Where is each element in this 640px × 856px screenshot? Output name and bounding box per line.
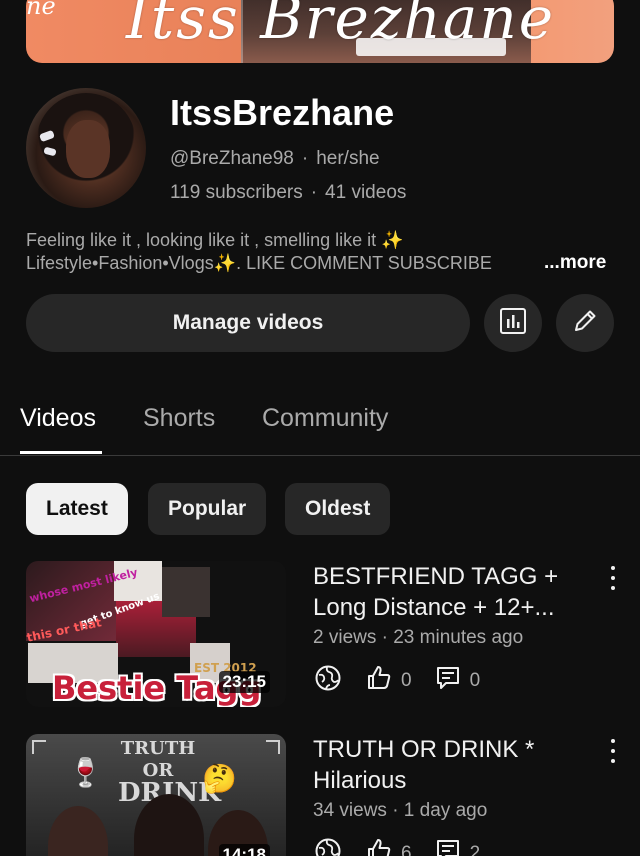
analytics-button[interactable] xyxy=(484,294,542,352)
banner-script-text: Itss Brezhane xyxy=(126,0,556,52)
channel-handle: @BreZhane98 xyxy=(170,148,294,169)
pencil-icon xyxy=(570,306,600,341)
chip-oldest[interactable]: Oldest xyxy=(285,483,391,535)
video-stats: 6 2 xyxy=(313,836,492,856)
description-line-2: Lifestyle•Fashion•Vlogs✨. LIKE COMMENT S… xyxy=(26,253,492,273)
video-title-line: BESTFRIEND TAGG + xyxy=(313,563,559,590)
thinking-face-icon: 🤔 xyxy=(202,763,237,794)
video-duration: 23:15 xyxy=(218,671,270,693)
comment-count: 2 xyxy=(469,843,481,856)
video-item[interactable]: whose most likely get to know us this or… xyxy=(0,561,640,721)
active-tab-indicator xyxy=(20,451,102,454)
chip-popular[interactable]: Popular xyxy=(148,483,267,535)
video-title-line: Hilarious xyxy=(313,767,407,794)
more-options-icon[interactable] xyxy=(606,563,620,593)
edit-channel-button[interactable] xyxy=(556,294,614,352)
tab-community[interactable]: Community xyxy=(262,404,388,433)
thumbs-up-icon xyxy=(365,664,393,698)
video-thumbnail[interactable]: TRUTH OR DRINK 🍷 🤔 14:18 xyxy=(26,734,286,856)
video-duration: 14:18 xyxy=(218,844,270,856)
channel-banner[interactable]: Itss Brezhane ne xyxy=(26,0,614,63)
comment-icon xyxy=(434,837,462,856)
channel-tabs: Videos Shorts Community xyxy=(0,398,640,456)
comments[interactable]: 2 xyxy=(434,837,481,856)
video-title[interactable]: TRUTH OR DRINK * Hilarious xyxy=(313,734,603,796)
analytics-icon xyxy=(498,306,528,341)
likes[interactable]: 6 xyxy=(365,837,412,856)
description-line-1: Feeling like it , looking like it , smel… xyxy=(26,230,404,250)
video-stats: 0 0 xyxy=(313,663,492,699)
banner-edge-text: ne xyxy=(26,0,56,20)
channel-name: ItssBrezhane xyxy=(170,92,395,133)
like-count: 0 xyxy=(401,670,412,691)
globe-icon xyxy=(313,663,343,699)
globe-icon xyxy=(313,836,343,856)
video-item[interactable]: TRUTH OR DRINK 🍷 🤔 14:18 TRUTH OR DRINK … xyxy=(0,734,640,856)
thumbnail-title-text: TRUTH OR DRINK xyxy=(118,738,221,808)
comment-icon xyxy=(434,664,462,698)
wine-glass-icon: 🍷 xyxy=(68,757,103,788)
manage-videos-button[interactable]: Manage videos xyxy=(26,294,470,352)
video-count: 41 videos xyxy=(325,182,407,203)
video-thumbnail[interactable]: whose most likely get to know us this or… xyxy=(26,561,286,707)
channel-handle-row: @BreZhane98 · her/she xyxy=(170,148,380,170)
channel-stats-row: 119 subscribers · 41 videos xyxy=(170,182,406,204)
visibility-public[interactable] xyxy=(313,663,343,699)
channel-pronouns: her/she xyxy=(316,148,380,169)
video-title-line: TRUTH OR DRINK * xyxy=(313,736,535,763)
video-meta: 2 views · 23 minutes ago xyxy=(313,627,524,648)
video-meta: 34 views · 1 day ago xyxy=(313,800,488,821)
tab-shorts[interactable]: Shorts xyxy=(143,404,215,433)
video-title-line: Long Distance + 12+... xyxy=(313,594,555,621)
channel-description[interactable]: Feeling like it , looking like it , smel… xyxy=(26,229,616,275)
visibility-public[interactable] xyxy=(313,836,343,856)
comment-count: 0 xyxy=(469,670,481,691)
channel-avatar[interactable] xyxy=(26,88,146,208)
more-options-icon[interactable] xyxy=(606,736,620,766)
separator-dot: · xyxy=(310,182,318,203)
like-count: 6 xyxy=(401,843,412,856)
tab-videos[interactable]: Videos xyxy=(20,404,96,433)
thumbs-up-icon xyxy=(365,837,393,856)
subscriber-count: 119 subscribers xyxy=(170,182,303,203)
more-link[interactable]: ...more xyxy=(544,252,606,274)
comments[interactable]: 0 xyxy=(434,664,481,698)
likes[interactable]: 0 xyxy=(365,664,412,698)
video-title[interactable]: BESTFRIEND TAGG + Long Distance + 12+... xyxy=(313,561,603,623)
separator-dot: · xyxy=(301,148,309,169)
chip-latest[interactable]: Latest xyxy=(26,483,128,535)
